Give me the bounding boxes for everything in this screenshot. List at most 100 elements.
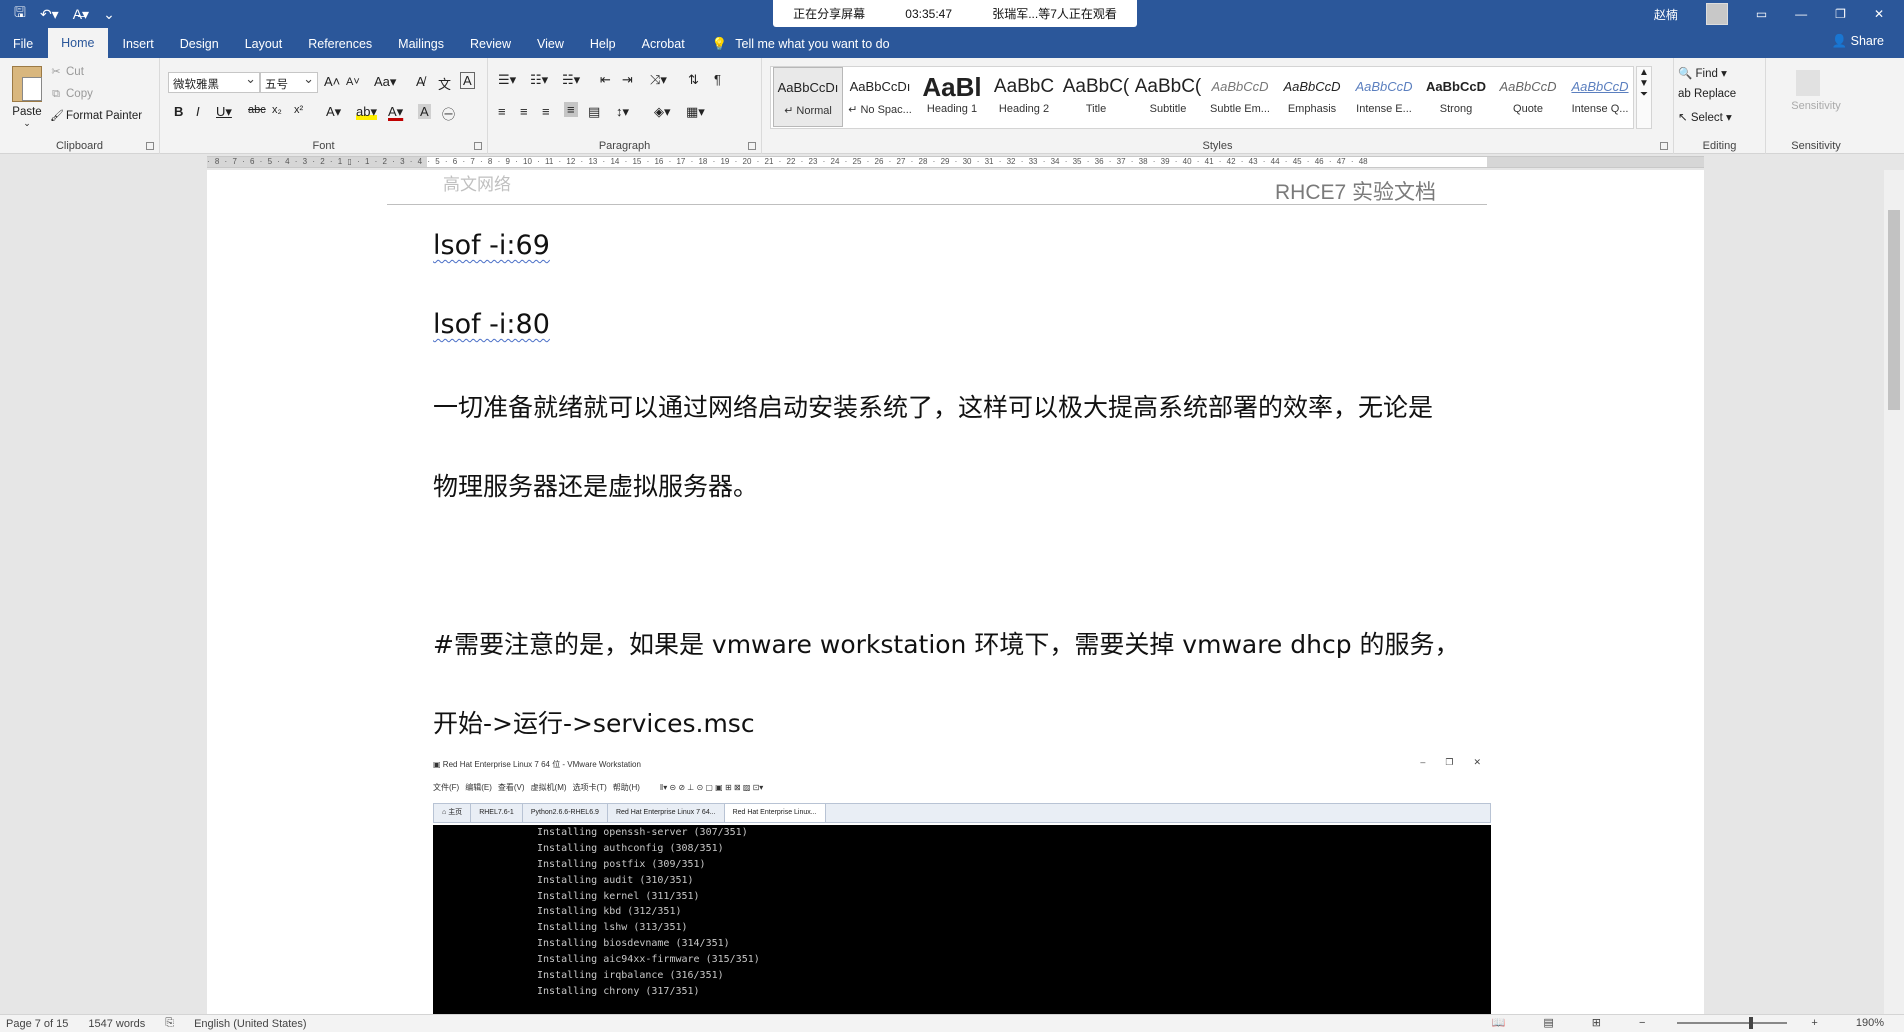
style-heading-2[interactable]: AaBbC Heading 2	[989, 67, 1059, 127]
language[interactable]: English (United States)	[194, 1018, 307, 1030]
sensitivity-button[interactable]: Sensitivity	[1766, 100, 1866, 112]
font-launcher-icon[interactable]	[474, 142, 482, 150]
doc-note-line[interactable]: #需要注意的是，如果是 vmware workstation 环境下，需要关掉 …	[433, 625, 1460, 661]
tab-mailings[interactable]: Mailings	[385, 30, 457, 58]
styles-scroll[interactable]: ▲ ▼ ⏷	[1636, 66, 1652, 129]
embedded-vmware-screenshot[interactable]: ▣ Red Hat Enterprise Linux 7 64 位 - VMwa…	[433, 755, 1491, 1014]
ribbon-display-icon[interactable]: ▭	[1756, 7, 1767, 21]
tab-review[interactable]: Review	[457, 30, 524, 58]
sort-icon[interactable]: ⇅	[688, 72, 699, 88]
borders-icon[interactable]: ▦▾	[686, 104, 705, 120]
web-layout-icon[interactable]: ⊞	[1592, 1016, 1601, 1029]
underline-icon[interactable]: U▾	[216, 104, 232, 120]
style-intense-quote[interactable]: AaBbCcD Intense Q...	[1565, 67, 1635, 127]
more-styles-icon[interactable]: ⏷	[1637, 89, 1651, 100]
read-mode-icon[interactable]: 📖	[1492, 1016, 1506, 1029]
style-title[interactable]: AaBbC( Title	[1061, 67, 1131, 127]
clipboard-launcher-icon[interactable]	[146, 142, 154, 150]
align-right-icon[interactable]: ≡	[542, 104, 550, 119]
close-icon[interactable]: ✕	[1874, 7, 1884, 21]
doc-paragraph-line-2[interactable]: 物理服务器还是虚拟服务器。	[433, 467, 758, 503]
copy-button[interactable]: ⧉ Copy	[50, 88, 93, 100]
align-left-icon[interactable]: ≡	[498, 104, 506, 119]
doc-line-lsof-80[interactable]: lsof -i:80	[433, 309, 550, 340]
phonetic-guide-icon[interactable]: 文	[438, 74, 451, 93]
tab-view[interactable]: View	[524, 30, 577, 58]
zoom-in-icon[interactable]: +	[1811, 1017, 1817, 1029]
tab-help[interactable]: Help	[577, 30, 629, 58]
tab-acrobat[interactable]: Acrobat	[629, 30, 698, 58]
minimize-icon[interactable]: —	[1795, 7, 1807, 21]
scroll-up-icon[interactable]: ▲	[1637, 67, 1651, 78]
paragraph-launcher-icon[interactable]	[748, 142, 756, 150]
format-icon[interactable]: A̶▾	[73, 6, 89, 23]
grow-font-icon[interactable]: A˄	[324, 74, 340, 89]
scroll-down-icon[interactable]: ▼	[1637, 78, 1651, 89]
align-center-icon[interactable]: ≡	[520, 104, 528, 119]
page-count[interactable]: Page 7 of 15	[6, 1018, 68, 1030]
share-button[interactable]: 👤 Share	[1832, 34, 1884, 49]
style-no-spacing[interactable]: AaBbCcDı ↵ No Spac...	[845, 67, 915, 127]
replace-button[interactable]: ab Replace	[1678, 88, 1736, 100]
zoom-slider[interactable]	[1677, 1016, 1788, 1029]
increase-indent-icon[interactable]: ⇥	[622, 72, 633, 88]
character-border-icon[interactable]: A	[460, 72, 475, 89]
save-icon[interactable]: 🖫	[14, 2, 26, 26]
print-layout-icon[interactable]: ▤	[1543, 1016, 1553, 1029]
numbering-icon[interactable]: ☷▾	[530, 72, 548, 88]
horizontal-ruler[interactable]: · 8 · 7 · 6 · 5 · 4 · 3 · 2 · 1 ▯ · 1 · …	[207, 156, 1704, 168]
distributed-icon[interactable]: ▤	[588, 104, 600, 120]
decrease-indent-icon[interactable]: ⇤	[600, 72, 611, 88]
enclose-characters-icon[interactable]: ㊀	[442, 104, 455, 123]
zoom-thumb[interactable]	[1749, 1016, 1754, 1029]
show-marks-icon[interactable]: ¶	[714, 72, 721, 87]
scroll-thumb[interactable]	[1888, 210, 1900, 410]
superscript-icon[interactable]: x²	[294, 104, 303, 116]
multilevel-list-icon[interactable]: ☵▾	[562, 72, 580, 88]
proofing-icon[interactable]: ⎘	[165, 1017, 174, 1030]
font-family-dropdown[interactable]: 微软雅黑	[168, 71, 260, 93]
asian-layout-icon[interactable]: ⤨▾	[650, 72, 667, 88]
style-subtle-emphasis[interactable]: AaBbCcD Subtle Em...	[1205, 67, 1275, 127]
select-button[interactable]: ↖ Select ▾	[1678, 110, 1732, 124]
tell-me-box[interactable]: 💡 Tell me what you want to do	[698, 30, 890, 58]
shrink-font-icon[interactable]: A˅	[346, 76, 360, 88]
style-quote[interactable]: AaBbCcD Quote	[1493, 67, 1563, 127]
shading-icon[interactable]: ◈▾	[654, 104, 671, 120]
font-color-icon[interactable]: A▾	[388, 104, 403, 120]
strikethrough-icon[interactable]: abc	[248, 104, 266, 116]
subscript-icon[interactable]: x₂	[272, 104, 282, 116]
tab-design[interactable]: Design	[167, 30, 232, 58]
styles-launcher-icon[interactable]	[1660, 142, 1668, 150]
bullets-icon[interactable]: ☰▾	[498, 72, 516, 88]
customize-qat-icon[interactable]: ⌄	[103, 6, 115, 23]
vertical-scrollbar[interactable]	[1884, 170, 1904, 1014]
style-heading-1[interactable]: AaBl Heading 1	[917, 67, 987, 127]
style-intense-emphasis[interactable]: AaBbCcD Intense E...	[1349, 67, 1419, 127]
tab-home[interactable]: Home	[48, 28, 108, 58]
avatar[interactable]	[1705, 3, 1728, 25]
line-spacing-icon[interactable]: ↕▾	[616, 104, 629, 120]
justify-icon[interactable]: ≡	[564, 102, 578, 117]
text-effects-icon[interactable]: A▾	[326, 104, 341, 120]
word-count[interactable]: 1547 words	[88, 1018, 145, 1030]
cut-button[interactable]: ✂ Cut	[50, 66, 84, 78]
clear-formatting-icon[interactable]: A̸	[416, 74, 425, 89]
change-case-button[interactable]: Aa▾	[374, 74, 396, 90]
tab-references[interactable]: References	[295, 30, 385, 58]
zoom-level[interactable]: 190%	[1856, 1017, 1884, 1029]
doc-services-line[interactable]: 开始->运行->services.msc	[433, 704, 755, 740]
doc-paragraph-line-1[interactable]: 一切准备就绪就可以通过网络启动安装系统了，这样可以极大提高系统部署的效率，无论是	[433, 388, 1433, 424]
undo-icon[interactable]: ↶▾	[40, 6, 59, 23]
document-page[interactable]: 高文网络 RHCE7 实验文档 lsof -i:69 lsof -i:80 一切…	[207, 170, 1704, 1014]
doc-line-lsof-69[interactable]: lsof -i:69	[433, 230, 550, 261]
style-subtitle[interactable]: AaBbC( Subtitle	[1133, 67, 1203, 127]
highlight-icon[interactable]: ab▾	[356, 104, 377, 120]
paste-button[interactable]: Paste ⌄	[8, 66, 46, 129]
bold-icon[interactable]: B	[174, 104, 183, 119]
tab-layout[interactable]: Layout	[232, 30, 296, 58]
style-strong[interactable]: AaBbCcD Strong	[1421, 67, 1491, 127]
tab-insert[interactable]: Insert	[110, 30, 167, 58]
zoom-out-icon[interactable]: −	[1639, 1017, 1645, 1029]
font-size-dropdown[interactable]: 五号	[260, 71, 318, 93]
